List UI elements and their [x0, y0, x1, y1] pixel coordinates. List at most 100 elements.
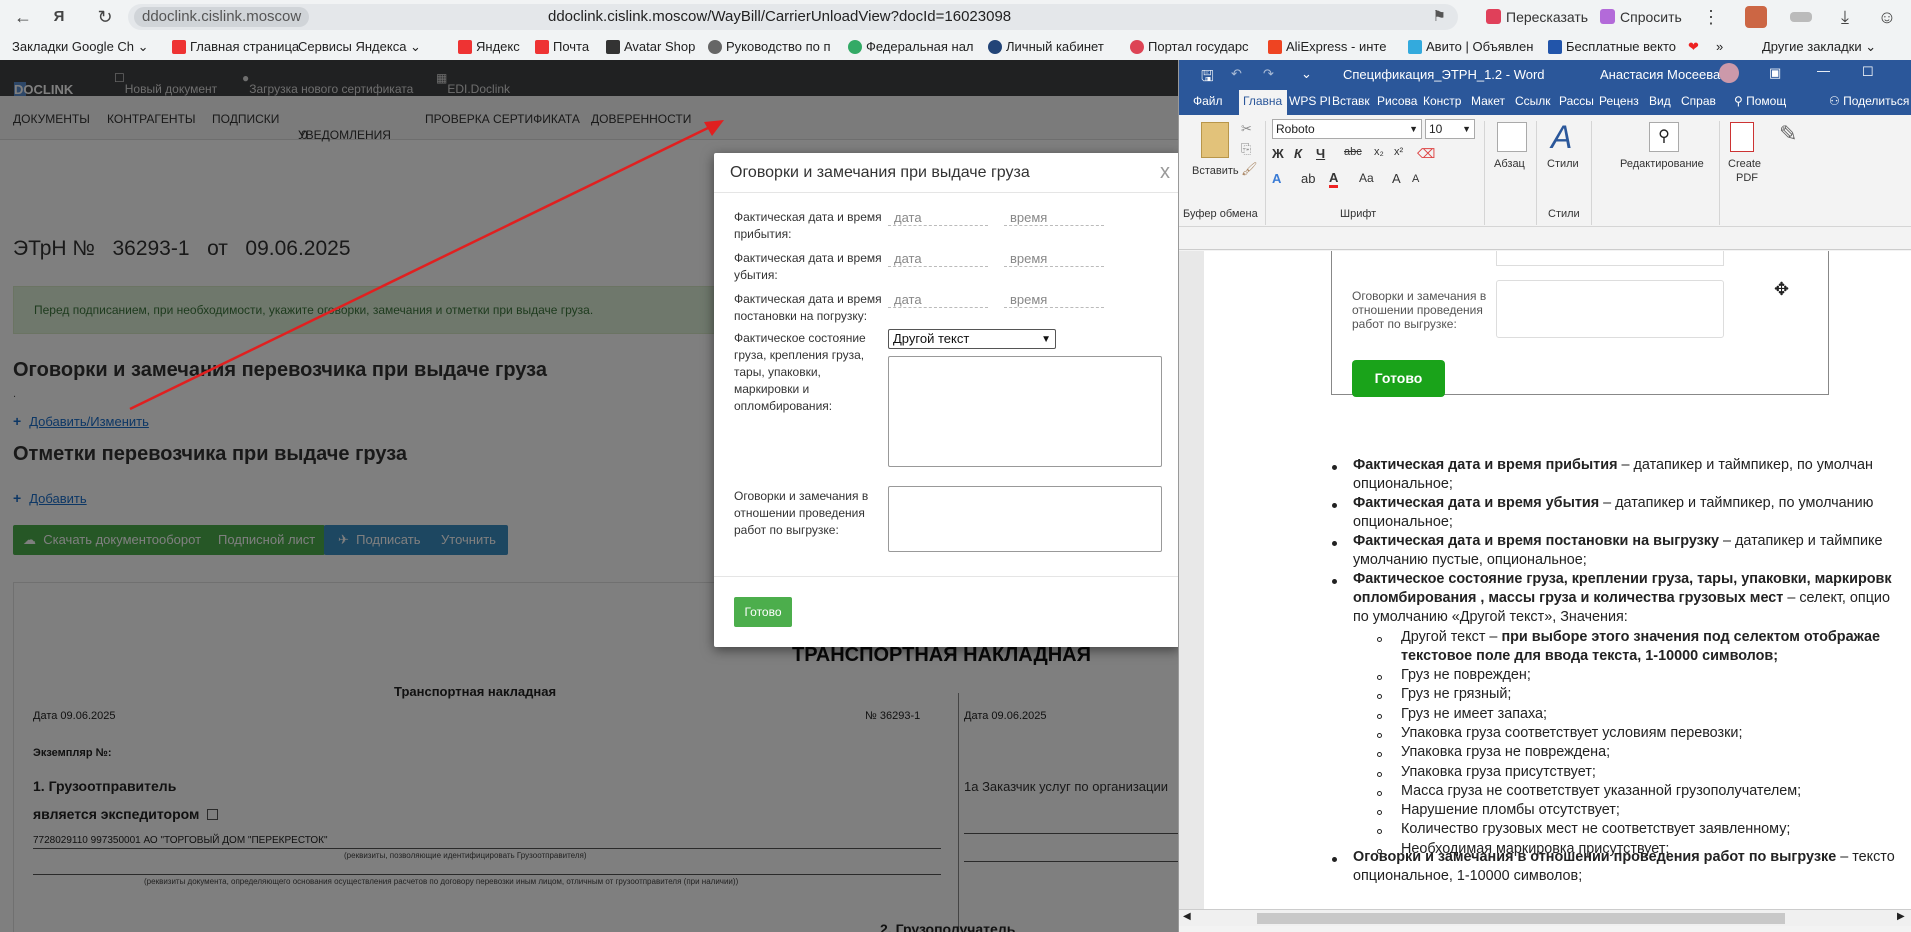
back-icon[interactable]: ←: [12, 6, 34, 28]
avatar[interactable]: [1719, 63, 1739, 83]
bookmark-item[interactable]: Почта: [535, 39, 589, 54]
tab-file[interactable]: Файл: [1193, 94, 1223, 108]
more-icon[interactable]: ⋮: [1700, 6, 1722, 28]
cut-icon[interactable]: ✂: [1241, 121, 1252, 137]
subscript-icon[interactable]: x₂: [1374, 146, 1384, 158]
bookmark-item[interactable]: Avatar Shop: [606, 39, 695, 54]
retell-button[interactable]: Пересказать: [1486, 6, 1588, 28]
copy-icon[interactable]: ⎘: [1241, 141, 1251, 157]
grow-font-icon[interactable]: A: [1392, 171, 1401, 186]
departure-time-input[interactable]: время: [1004, 250, 1104, 267]
qat-more-icon[interactable]: ⌄: [1301, 66, 1312, 82]
minimize-icon[interactable]: —: [1817, 63, 1830, 78]
bookmark-icon[interactable]: ⚑: [1433, 7, 1446, 25]
tab-layout[interactable]: Макет: [1471, 94, 1505, 108]
bold-icon[interactable]: Ж: [1272, 146, 1284, 161]
font-name-input[interactable]: Roboto ▼: [1272, 119, 1422, 139]
profile-icon[interactable]: ☺: [1876, 6, 1898, 28]
download-icon[interactable]: ⤓: [1834, 6, 1856, 28]
undo-icon[interactable]: ↶: [1231, 66, 1242, 82]
underline-icon[interactable]: Ч: [1316, 146, 1325, 161]
condition-select[interactable]: Другой текст ▼: [888, 329, 1056, 349]
ask-button[interactable]: Спросить: [1600, 6, 1682, 28]
loading-date-input[interactable]: дата: [888, 291, 988, 308]
create-pdf-label-2[interactable]: PDF: [1736, 172, 1758, 184]
editing-label[interactable]: Редактирование: [1620, 158, 1704, 170]
signature-icon[interactable]: ✎: [1779, 121, 1797, 147]
paragraph-label[interactable]: Абзац: [1494, 158, 1525, 170]
bookmark-item[interactable]: Главная страница: [172, 39, 299, 54]
bookmark-item[interactable]: Руководство по п: [708, 39, 831, 54]
paragraph-icon[interactable]: [1497, 122, 1527, 152]
extension-icon[interactable]: [1745, 6, 1767, 28]
styles-icon[interactable]: A: [1551, 119, 1572, 156]
bookmark-item[interactable]: Авито | Объявлен: [1408, 39, 1533, 54]
ribbon-display-icon[interactable]: ▣: [1769, 65, 1781, 81]
font-color-icon[interactable]: A: [1329, 171, 1339, 188]
search-icon[interactable]: ⚲: [1649, 122, 1679, 152]
tab-design[interactable]: Констр: [1423, 94, 1461, 108]
text-effects-icon[interactable]: A: [1272, 171, 1281, 186]
create-pdf-label-1[interactable]: Create: [1728, 158, 1761, 170]
close-icon[interactable]: x: [1160, 161, 1170, 184]
vertical-ruler: [1179, 251, 1204, 909]
shrink-font-icon[interactable]: A: [1412, 173, 1419, 185]
paste-label[interactable]: Вставить: [1192, 165, 1239, 177]
maximize-icon[interactable]: ☐: [1862, 64, 1874, 80]
horizontal-scrollbar[interactable]: ◀ ▶: [1179, 909, 1911, 926]
tab-help[interactable]: Справ: [1681, 94, 1716, 108]
italic-icon[interactable]: К: [1294, 146, 1302, 161]
arrival-time-input[interactable]: время: [1004, 209, 1104, 226]
format-painter-icon[interactable]: 🖌︎: [1241, 161, 1258, 177]
extension-icon[interactable]: [1790, 12, 1812, 22]
bookmark-item[interactable]: Закладки Google Ch ⌄: [12, 39, 149, 55]
tab-tell-me[interactable]: ⚲ Помощ: [1734, 94, 1786, 108]
done-button[interactable]: Готово: [734, 597, 792, 627]
bookmark-item[interactable]: Сервисы Яндекса ⌄: [298, 39, 421, 55]
superscript-icon[interactable]: x²: [1394, 146, 1403, 158]
clear-format-icon[interactable]: ⌫: [1417, 146, 1435, 162]
font-size-input[interactable]: 10 ▼: [1425, 119, 1475, 139]
loading-time-input[interactable]: время: [1004, 291, 1104, 308]
pdf-icon[interactable]: [1730, 122, 1754, 152]
tab-home[interactable]: Главна: [1239, 90, 1287, 115]
heart-icon[interactable]: ❤: [1688, 39, 1699, 55]
more-bookmarks-icon[interactable]: »: [1716, 39, 1723, 54]
condition-textarea[interactable]: [888, 356, 1162, 467]
url-text: ddoclink.cislink.moscow/WayBill/CarrierU…: [548, 8, 1012, 25]
paste-icon[interactable]: [1201, 122, 1229, 158]
reload-icon[interactable]: ↻: [94, 6, 116, 28]
bookmark-item[interactable]: Портал государс: [1130, 39, 1249, 54]
bookmark-item[interactable]: Федеральная нал: [848, 39, 974, 54]
address-bar[interactable]: 🔒︎ ddoclink.cislink.moscow ddoclink.cisl…: [128, 4, 1458, 30]
tab-references[interactable]: Ссылк: [1515, 94, 1551, 108]
styles-label[interactable]: Стили: [1547, 158, 1579, 170]
remarks-textarea[interactable]: [888, 486, 1162, 552]
change-case-icon[interactable]: Aa: [1359, 171, 1374, 185]
bookmark-item[interactable]: Яндекс: [458, 39, 520, 54]
bullet-condition-cont: опломбирования , массы груза и количеств…: [1353, 590, 1890, 606]
bookmark-item[interactable]: Бесплатные векто: [1548, 39, 1676, 54]
departure-date-input[interactable]: дата: [888, 250, 988, 267]
highlight-icon[interactable]: ab: [1301, 171, 1315, 186]
tab-mailings[interactable]: Рассы: [1559, 94, 1594, 108]
tab-draw[interactable]: Рисова: [1377, 94, 1417, 108]
redo-icon[interactable]: ↷: [1263, 66, 1274, 82]
share-button[interactable]: ⚇ Поделиться: [1829, 94, 1909, 108]
bookmark-item[interactable]: Личный кабинет: [988, 39, 1104, 54]
strikethrough-icon[interactable]: abc: [1344, 146, 1362, 158]
arrival-date-input[interactable]: дата: [888, 209, 988, 226]
tab-view[interactable]: Вид: [1649, 94, 1671, 108]
loading-label: Фактическая дата и время постановки на п…: [734, 292, 882, 323]
other-bookmarks[interactable]: Другие закладки ⌄: [1762, 39, 1876, 55]
yandex-logo-icon[interactable]: Я: [48, 6, 70, 28]
scrollbar-thumb[interactable]: [1257, 913, 1785, 924]
embed-done-button: Готово: [1352, 360, 1445, 397]
font-group-label: Шрифт: [1340, 208, 1377, 220]
tab-wps[interactable]: WPS PI: [1289, 94, 1331, 108]
tab-insert[interactable]: Вставк: [1332, 94, 1370, 108]
bullet-loading-cont: умолчанию пустые, опциональное;: [1353, 552, 1587, 568]
user-name: Анастасия Мосеева: [1600, 67, 1721, 82]
bookmark-item[interactable]: AliExpress - инте: [1268, 39, 1386, 54]
tab-review[interactable]: Реценз: [1599, 94, 1639, 108]
